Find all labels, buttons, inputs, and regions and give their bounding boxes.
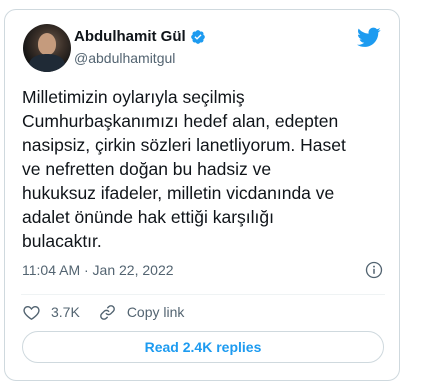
copy-link-label: Copy link <box>126 304 185 320</box>
verified-badge-icon <box>190 30 205 44</box>
author-name-row: Abdulhamit Gül <box>74 27 206 47</box>
action-row: 3.7K Copy link <box>22 301 202 323</box>
avatar-face <box>38 33 56 55</box>
twitter-bird-icon[interactable] <box>357 25 381 49</box>
tweet-card: Abdulhamit Gül @abdulhamitgul Milletimiz… <box>4 9 400 381</box>
read-replies-button[interactable]: Read 2.4K replies <box>22 331 384 363</box>
tweet-timestamp[interactable]: 11:04 AM · Jan 22, 2022 <box>22 262 174 278</box>
heart-icon <box>23 305 40 320</box>
author-name[interactable]: Abdulhamit Gül <box>74 27 186 47</box>
avatar-body <box>29 54 65 72</box>
like-button[interactable]: 3.7K <box>22 303 80 322</box>
divider <box>21 294 385 295</box>
copy-link-button[interactable]: Copy link <box>98 303 185 322</box>
tweet-meta-row: 11:04 AM · Jan 22, 2022 <box>22 260 384 280</box>
info-icon[interactable] <box>364 260 384 280</box>
author-handle[interactable]: @abdulhamitgul <box>74 49 175 67</box>
link-icon <box>99 304 115 320</box>
like-count: 3.7K <box>51 304 80 320</box>
avatar[interactable] <box>23 24 71 72</box>
tweet-text: Milletimizin oylarıyla seçilmiş Cumhurba… <box>22 87 346 251</box>
